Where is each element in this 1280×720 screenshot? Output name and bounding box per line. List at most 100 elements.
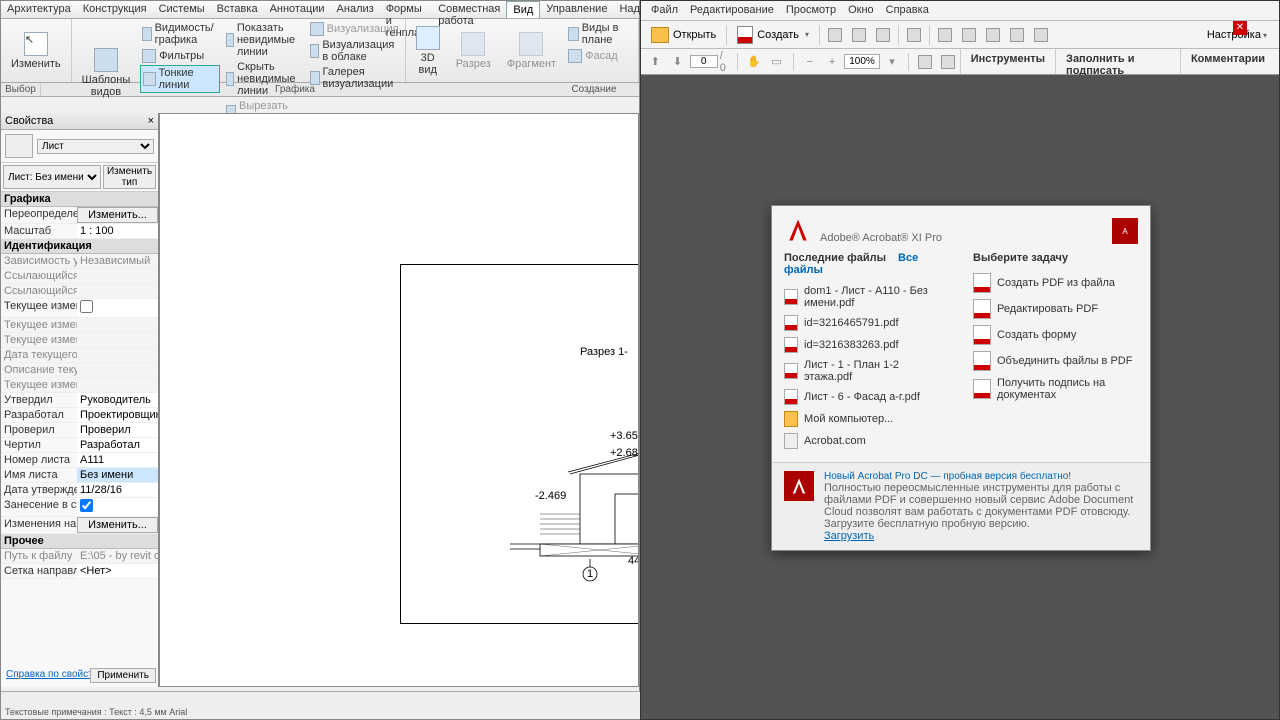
recent-file-item[interactable]: id=3216465791.pdf	[784, 312, 949, 334]
recent-file-item[interactable]: dom1 - Лист - A110 - Без имени.pdf	[784, 282, 949, 312]
property-value[interactable]: Без имени	[77, 468, 158, 482]
property-value[interactable]: Изменить...	[77, 207, 158, 223]
recent-file-item[interactable]: Лист - 1 - План 1-2 этажа.pdf	[784, 356, 949, 386]
property-value[interactable]	[77, 299, 158, 317]
tab-analysis[interactable]: Анализ	[331, 1, 380, 18]
tool5-button[interactable]	[1030, 24, 1052, 46]
recent-file-item[interactable]: id=3216383263.pdf	[784, 334, 949, 356]
tool1-button[interactable]	[934, 24, 956, 46]
property-row[interactable]: Ссылающийся у...	[1, 284, 158, 299]
property-checkbox[interactable]	[80, 499, 93, 512]
zoom-dd[interactable]: ▾	[882, 52, 902, 72]
tab-systems[interactable]: Системы	[153, 1, 211, 18]
property-value[interactable]: Проверил	[77, 423, 158, 437]
zoom-in-button[interactable]: +	[822, 52, 842, 72]
task-item[interactable]: Получить подпись на документах	[973, 374, 1138, 404]
tools-pane-tab[interactable]: Инструменты	[960, 49, 1055, 74]
page-number-input[interactable]	[690, 55, 718, 68]
tab-manage[interactable]: Управление	[540, 1, 613, 18]
recent-file-item[interactable]: Acrobat.com	[784, 430, 949, 452]
tab-struct[interactable]: Конструкция	[77, 1, 153, 18]
window-close-button[interactable]: ✕	[1233, 21, 1247, 35]
create-button[interactable]: Создать	[731, 26, 815, 44]
property-row[interactable]: Номер листаA111	[1, 453, 158, 468]
task-item[interactable]: Создать PDF из файла	[973, 270, 1138, 296]
menu-edit[interactable]: Редактирование	[690, 4, 774, 17]
callout-button[interactable]: Фрагмент	[501, 21, 562, 80]
instance-filter[interactable]: Лист: Без имени	[3, 165, 101, 189]
tool3-button[interactable]	[982, 24, 1004, 46]
fit1-button[interactable]	[915, 52, 935, 72]
property-value[interactable]: Проектировщик	[77, 408, 158, 422]
property-row[interactable]: Имя листаБез имени	[1, 468, 158, 483]
property-row[interactable]: Путь к файлуE:\05 - by revit cou...	[1, 549, 158, 564]
property-row[interactable]: ЧертилРазработал	[1, 438, 158, 453]
edit-type-button[interactable]: Изменить тип	[103, 165, 156, 189]
selector-label[interactable]: Выбор	[1, 83, 41, 96]
property-row[interactable]: Переопределени...Изменить...	[1, 207, 158, 224]
property-value[interactable]: 1 : 100	[77, 224, 158, 238]
tool4-button[interactable]	[1006, 24, 1028, 46]
hand-tool-button[interactable]: ✋	[744, 52, 764, 72]
property-value[interactable]: A111	[77, 453, 158, 467]
property-row[interactable]: Сетка направля...<Нет>	[1, 564, 158, 579]
property-checkbox[interactable]	[80, 300, 93, 313]
property-row[interactable]: Ссылающийся л...	[1, 269, 158, 284]
zoom-level[interactable]: 100%	[844, 54, 880, 69]
property-row[interactable]: Дата текущего из...	[1, 348, 158, 363]
task-item[interactable]: Объединить файлы в PDF	[973, 348, 1138, 374]
apply-button[interactable]: Применить	[90, 668, 156, 683]
drawing-canvas[interactable]: Разрез 1-	[159, 113, 639, 687]
view-control-bar[interactable]	[1, 691, 641, 707]
tab-collab[interactable]: Совместная работа	[432, 1, 506, 18]
task-item[interactable]: Редактировать PDF	[973, 296, 1138, 322]
close-properties-button[interactable]: ×	[148, 115, 154, 127]
property-value[interactable]: Руководитель	[77, 393, 158, 407]
property-row[interactable]: Текущее измене...	[1, 378, 158, 393]
print-button[interactable]	[848, 24, 870, 46]
menu-file[interactable]: Файл	[651, 4, 678, 17]
filters-button[interactable]: Фильтры	[140, 48, 220, 64]
property-row[interactable]: Текущее измене...	[1, 333, 158, 348]
open-button[interactable]: Открыть	[645, 27, 722, 43]
tab-view[interactable]: Вид	[506, 1, 540, 18]
section-button[interactable]: Разрез	[450, 21, 497, 80]
tab-annot[interactable]: Аннотации	[264, 1, 331, 18]
show-hidden-button[interactable]: Показать невидимые линии	[224, 21, 303, 59]
property-row[interactable]: Масштаб1 : 100	[1, 224, 158, 239]
property-row[interactable]: Текущее измене...	[1, 318, 158, 333]
property-value[interactable]	[77, 498, 158, 516]
property-row[interactable]: Описание текущ...	[1, 363, 158, 378]
email-button[interactable]	[872, 24, 894, 46]
page-up-button[interactable]: ⬆	[645, 52, 665, 72]
view-templates-button[interactable]: Шаблоны видов	[76, 21, 137, 125]
promo-download-link[interactable]: Загрузить	[824, 530, 874, 542]
property-value[interactable]: <Нет>	[77, 564, 158, 578]
visibility-graphics-button[interactable]: Видимость/ графика	[140, 21, 220, 47]
menu-view[interactable]: Просмотр	[786, 4, 836, 17]
property-value[interactable]: Разработал	[77, 438, 158, 452]
tab-arch[interactable]: Архитектура	[1, 1, 77, 18]
fit2-button[interactable]	[937, 52, 957, 72]
recent-file-item[interactable]: Лист - 6 - Фасад a-г.pdf	[784, 386, 949, 408]
task-item[interactable]: Создать форму	[973, 322, 1138, 348]
plan-views-button[interactable]: Виды в плане	[566, 21, 634, 47]
tool2-button[interactable]	[958, 24, 980, 46]
fill-sign-pane-tab[interactable]: Заполнить и подписать	[1055, 49, 1180, 74]
property-row[interactable]: УтвердилРуководитель	[1, 393, 158, 408]
property-row[interactable]: Изменения на ли...Изменить...	[1, 517, 158, 534]
tab-insert[interactable]: Вставка	[211, 1, 264, 18]
3d-view-button[interactable]: 3D вид	[410, 21, 446, 80]
modify-button[interactable]: ↖Изменить	[5, 21, 67, 80]
select-tool-button[interactable]: ▭	[766, 52, 786, 72]
render-cloud-button[interactable]: Визуализация в облаке	[308, 38, 401, 64]
menu-help[interactable]: Справка	[886, 4, 929, 17]
zoom-out-button[interactable]: −	[800, 52, 820, 72]
property-row[interactable]: ПроверилПроверил	[1, 423, 158, 438]
gear-button[interactable]	[903, 24, 925, 46]
property-row[interactable]: Занесение в спи...	[1, 498, 158, 517]
recent-file-item[interactable]: Мой компьютер...	[784, 408, 949, 430]
property-value[interactable]: 11/28/16	[77, 483, 158, 497]
property-value[interactable]: Изменить...	[77, 517, 158, 533]
tab-massing[interactable]: Формы и генплан	[380, 1, 433, 18]
